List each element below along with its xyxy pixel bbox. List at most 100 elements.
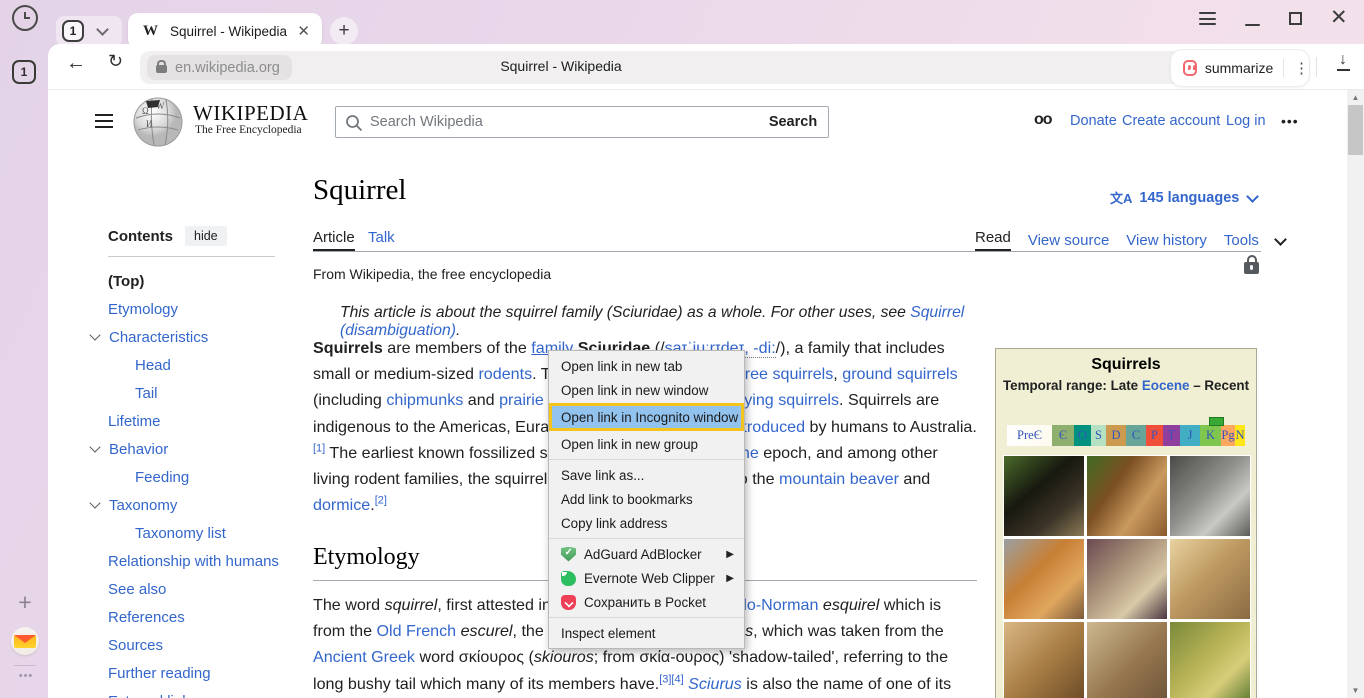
- toc-label[interactable]: Sources: [108, 637, 163, 654]
- scroll-up-icon[interactable]: ▲: [1347, 93, 1364, 102]
- toc-item-behavior[interactable]: Behavior: [88, 435, 318, 463]
- toc-item-taxonomy-list[interactable]: Taxonomy list: [88, 519, 318, 547]
- wikipedia-wordmark[interactable]: WIKIPEDIA: [193, 101, 308, 126]
- timeline-period-p[interactable]: P: [1146, 425, 1163, 446]
- menu-item-evernote-web-clipper[interactable]: Evernote Web Clipper▶: [549, 566, 744, 590]
- menu-item-add-link-to-bookmarks[interactable]: Add link to bookmarks: [549, 487, 744, 511]
- pages-oo-icon[interactable]: oo: [1034, 111, 1052, 129]
- scrollbar[interactable]: ▲ ▼: [1347, 90, 1364, 698]
- timeline-period-pg[interactable]: Pg: [1221, 425, 1235, 446]
- tab-read[interactable]: Read: [975, 229, 1011, 251]
- create-account-link[interactable]: Create account: [1122, 113, 1220, 129]
- tab-group-badge[interactable]: 1: [62, 20, 84, 42]
- toc-label[interactable]: Characteristics: [109, 329, 208, 346]
- minimize-icon[interactable]: [1245, 24, 1260, 26]
- toc-item-references[interactable]: References: [88, 603, 318, 631]
- toc-label[interactable]: Relationship with humans: [108, 553, 279, 570]
- history-clock-icon[interactable]: [12, 5, 38, 31]
- toc-item-further-reading[interactable]: Further reading: [88, 659, 318, 687]
- chevron-down-icon[interactable]: [96, 23, 109, 36]
- wiki-hamburger-icon[interactable]: [95, 114, 113, 128]
- toc-item-relationship-with-humans[interactable]: Relationship with humans: [88, 547, 318, 575]
- donate-link[interactable]: Donate: [1070, 113, 1117, 129]
- menu-item-inspect-element[interactable]: Inspect element: [549, 621, 744, 645]
- timeline-period-[interactable]: Є: [1052, 425, 1074, 446]
- timeline-period-pre[interactable]: PreЄ: [1007, 425, 1052, 446]
- menu-item-open-link-in-new-tab[interactable]: Open link in new tab: [549, 354, 744, 378]
- tab-group-selector[interactable]: 1: [56, 16, 122, 46]
- menu-item-open-link-in-incognito-window[interactable]: Open link in Incognito window: [549, 403, 744, 431]
- timeline-period-n[interactable]: N: [1235, 425, 1245, 446]
- scrollbar-thumb[interactable]: [1348, 105, 1363, 155]
- toc-label[interactable]: Taxonomy list: [135, 525, 226, 542]
- lock-icon[interactable]: [156, 65, 167, 73]
- menu-item-open-link-in-new-window[interactable]: Open link in new window: [549, 378, 744, 402]
- summarize-button[interactable]: summarize ⋮: [1170, 49, 1310, 87]
- page-protection-lock-icon[interactable]: [1244, 262, 1259, 274]
- menu-item-save-link-as[interactable]: Save link as...: [549, 463, 744, 487]
- toc-label[interactable]: External links: [108, 693, 197, 698]
- new-tab-button[interactable]: +: [330, 17, 358, 45]
- window-menu-icon[interactable]: [1199, 12, 1216, 25]
- timeline-period-o[interactable]: O: [1074, 425, 1091, 446]
- toc-label[interactable]: Lifetime: [108, 413, 161, 430]
- toc-label[interactable]: Etymology: [108, 301, 178, 318]
- toc-item-head[interactable]: Head: [88, 351, 318, 379]
- toc-label[interactable]: Further reading: [108, 665, 211, 682]
- tab-tools[interactable]: Tools: [1224, 232, 1259, 249]
- search-input[interactable]: Search Wikipedia: [335, 106, 759, 138]
- tab-view-history[interactable]: View history: [1126, 232, 1207, 249]
- toc-item-taxonomy[interactable]: Taxonomy: [88, 491, 318, 519]
- toc-label[interactable]: Tail: [135, 385, 158, 402]
- wikipedia-logo[interactable]: Ω W И: [132, 96, 184, 153]
- timeline-period-k[interactable]: K: [1200, 425, 1221, 446]
- domain-pill[interactable]: en.wikipedia.org: [147, 55, 292, 80]
- chevron-down-icon[interactable]: [89, 497, 100, 508]
- toc-label[interactable]: Taxonomy: [109, 497, 177, 514]
- sidebar-tab-count-badge[interactable]: 1: [12, 60, 36, 84]
- toc-label[interactable]: Behavior: [109, 441, 168, 458]
- tab-talk[interactable]: Talk: [368, 229, 395, 246]
- reload-icon[interactable]: ↻: [108, 51, 123, 72]
- toc-label[interactable]: See also: [108, 581, 166, 598]
- tab-view-source[interactable]: View source: [1028, 232, 1109, 249]
- sidebar-add-icon[interactable]: +: [14, 592, 36, 614]
- timeline-period-s[interactable]: S: [1091, 425, 1106, 446]
- toc-item-tail[interactable]: Tail: [88, 379, 318, 407]
- close-window-icon[interactable]: ✕: [1330, 7, 1348, 28]
- scroll-down-icon[interactable]: ▼: [1347, 686, 1364, 695]
- address-bar[interactable]: en.wikipedia.org Squirrel - Wikipedia: [140, 51, 1210, 84]
- sidebar-more-icon[interactable]: •••: [13, 670, 39, 682]
- back-icon[interactable]: ←: [66, 52, 86, 75]
- timeline-period-c[interactable]: C: [1126, 425, 1146, 446]
- search-button[interactable]: Search: [758, 106, 829, 138]
- url-text[interactable]: en.wikipedia.org: [175, 60, 280, 76]
- timeline-period-j[interactable]: J: [1180, 425, 1200, 446]
- toc-item-characteristics[interactable]: Characteristics: [88, 323, 318, 351]
- chevron-down-icon[interactable]: [89, 329, 100, 340]
- toc-item-etymology[interactable]: Etymology: [88, 295, 318, 323]
- toc-item-sources[interactable]: Sources: [88, 631, 318, 659]
- toc-item-top[interactable]: (Top): [88, 267, 318, 295]
- summarize-more-icon[interactable]: ⋮: [1294, 59, 1309, 77]
- toc-label[interactable]: References: [108, 609, 185, 626]
- header-more-icon[interactable]: •••: [1281, 113, 1299, 129]
- yandex-mail-icon[interactable]: [11, 627, 39, 655]
- languages-button[interactable]: 文A 145 languages: [1110, 188, 1257, 207]
- toc-label[interactable]: Head: [135, 357, 171, 374]
- timeline-period-t[interactable]: T: [1163, 425, 1180, 446]
- menu-item-copy-link-address[interactable]: Copy link address: [549, 511, 744, 535]
- toc-item-lifetime[interactable]: Lifetime: [88, 407, 318, 435]
- chevron-down-icon[interactable]: [89, 441, 100, 452]
- close-tab-icon[interactable]: ✕: [297, 24, 310, 39]
- geologic-timeline[interactable]: PreЄЄOSDCPTJKPgN: [1007, 425, 1245, 446]
- timeline-period-d[interactable]: D: [1106, 425, 1126, 446]
- downloads-icon[interactable]: ↓: [1334, 52, 1352, 71]
- menu-item-open-link-in-new-group[interactable]: Open link in new group: [549, 432, 744, 456]
- toc-label[interactable]: (Top): [108, 273, 144, 290]
- menu-item-сохранить-в-pocket[interactable]: Сохранить в Pocket: [549, 590, 744, 614]
- toc-item-see-also[interactable]: See also: [88, 575, 318, 603]
- login-link[interactable]: Log in: [1226, 113, 1266, 129]
- toc-item-external-links[interactable]: External links: [88, 687, 318, 698]
- menu-item-adguard-adblocker[interactable]: AdGuard AdBlocker▶: [549, 542, 744, 566]
